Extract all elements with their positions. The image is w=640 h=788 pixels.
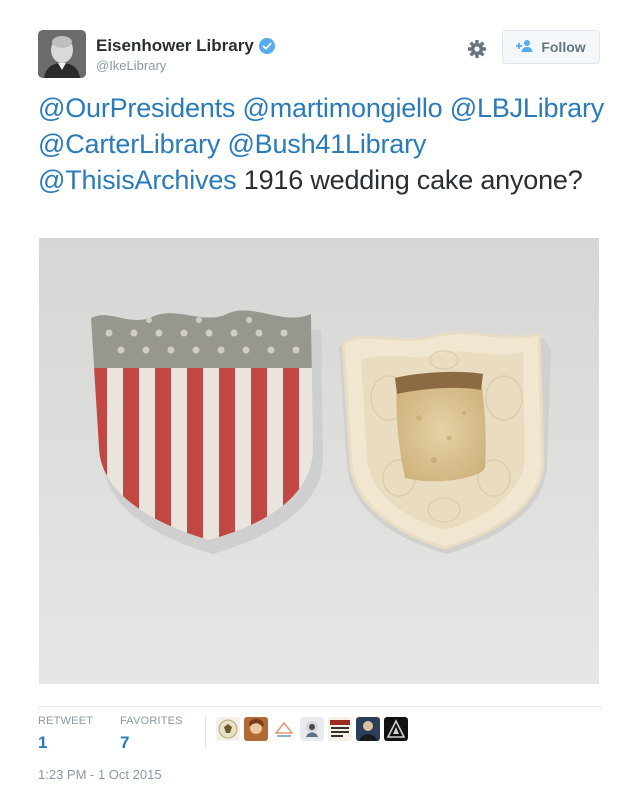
favoriter-avatar[interactable] xyxy=(244,717,268,741)
tweet-header: Eisenhower Library @IkeLibrary Follow xyxy=(38,28,600,80)
account-names: Eisenhower Library @IkeLibrary xyxy=(96,36,275,73)
favoriter-avatar[interactable] xyxy=(328,717,352,741)
cake-piece xyxy=(395,371,486,482)
follow-user-icon xyxy=(516,39,534,56)
mention-martimongiello[interactable]: @martimongiello xyxy=(243,93,443,123)
favorites-stat[interactable]: FAVORITES 7 xyxy=(120,715,183,753)
favorites-count[interactable]: 7 xyxy=(120,733,183,753)
favoriter-avatar[interactable] xyxy=(216,717,240,741)
mention-thisisarchives[interactable]: @ThisisArchives xyxy=(38,165,237,195)
account-handle[interactable]: @IkeLibrary xyxy=(96,58,275,73)
stats-divider xyxy=(205,715,206,749)
favoriter-avatar[interactable] xyxy=(272,717,296,741)
display-name[interactable]: Eisenhower Library xyxy=(96,36,254,56)
favorites-label: FAVORITES xyxy=(120,715,183,727)
tweet-text: @OurPresidents @martimongiello @LBJLibra… xyxy=(38,90,608,198)
favoriter-avatars xyxy=(216,717,408,741)
tweet-body-text: 1916 wedding cake anyone? xyxy=(243,165,583,195)
retweet-label: RETWEET xyxy=(38,715,94,727)
retweet-count[interactable]: 1 xyxy=(38,733,93,753)
mention-lbjlibrary[interactable]: @LBJLibrary xyxy=(450,93,604,123)
favoriter-avatar[interactable] xyxy=(300,717,324,741)
verified-badge-icon xyxy=(258,38,275,54)
retweet-stat[interactable]: RETWEET 1 xyxy=(38,715,93,753)
profile-avatar[interactable] xyxy=(38,30,86,78)
mention-bush41library[interactable]: @Bush41Library xyxy=(227,129,426,159)
gear-icon[interactable] xyxy=(466,38,488,60)
favoriter-avatar[interactable] xyxy=(384,717,408,741)
display-name-row[interactable]: Eisenhower Library xyxy=(96,36,275,56)
mention-carterlibrary[interactable]: @CarterLibrary xyxy=(38,129,220,159)
follow-button[interactable]: Follow xyxy=(502,30,600,64)
follow-label: Follow xyxy=(541,39,586,55)
favoriter-avatar[interactable] xyxy=(356,717,380,741)
tweet-timestamp[interactable]: 1:23 PM - 1 Oct 2015 xyxy=(38,767,162,782)
mention-ourpresidents[interactable]: @OurPresidents xyxy=(38,93,235,123)
tweet-stats: RETWEET 1 FAVORITES 7 xyxy=(38,706,602,763)
tweet-photo[interactable] xyxy=(39,238,599,684)
